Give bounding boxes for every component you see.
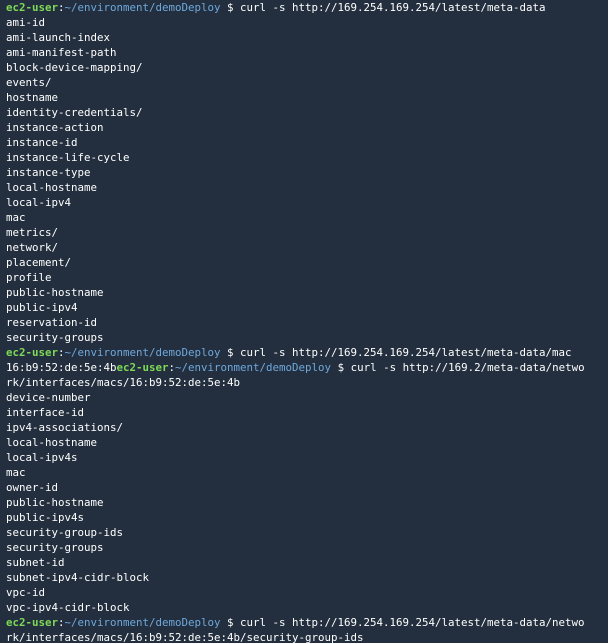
output-line: public-ipv4 — [6, 300, 608, 315]
line-text: hostname — [6, 91, 59, 104]
output-line: local-hostname — [6, 435, 608, 450]
output-line: security-groups — [6, 330, 608, 345]
output-line: interface-id — [6, 405, 608, 420]
output-line: instance-action — [6, 120, 608, 135]
line-text: placement/ — [6, 256, 72, 269]
output-line: subnet-id — [6, 555, 608, 570]
output-line: placement/ — [6, 255, 608, 270]
output-line: profile — [6, 270, 608, 285]
prompt-path: ~/environment/demoDeploy — [64, 346, 221, 359]
output-line: mac — [6, 465, 608, 480]
output-line: block-device-mapping/ — [6, 60, 608, 75]
line-text: instance-id — [6, 136, 78, 149]
line-text: mac — [6, 466, 26, 479]
output-line: vpc-id — [6, 585, 608, 600]
line-text: ami-launch-index — [6, 31, 111, 44]
line-text: profile — [6, 271, 52, 284]
line-text: subnet-ipv4-cidr-block — [6, 571, 150, 584]
output-line: local-ipv4 — [6, 195, 608, 210]
output-line: ami-manifest-path — [6, 45, 608, 60]
line-text: instance-life-cycle — [6, 151, 130, 164]
output-line: instance-type — [6, 165, 608, 180]
prompt-path: ~/environment/demoDeploy — [175, 361, 332, 374]
prompt-line: ec2-user:~/environment/demoDeploy $ curl… — [6, 615, 608, 630]
prompt-line: 16:b9:52:de:5e:4bec2-user:~/environment/… — [6, 360, 608, 375]
line-text: vpc-id — [6, 586, 46, 599]
output-line: security-group-ids — [6, 525, 608, 540]
output-line: device-number — [6, 390, 608, 405]
line-text: ipv4-associations/ — [6, 421, 124, 434]
output-line: events/ — [6, 75, 608, 90]
line-text: network/ — [6, 241, 59, 254]
output-line: instance-id — [6, 135, 608, 150]
output-line: ami-launch-index — [6, 30, 608, 45]
line-text: public-hostname — [6, 286, 104, 299]
prompt-path: ~/environment/demoDeploy — [64, 616, 221, 629]
prompt-user: ec2-user — [6, 616, 59, 629]
output-line: identity-credentials/ — [6, 105, 608, 120]
line-text: $ curl -s http://169.254.169.254/latest/… — [220, 616, 585, 629]
output-line: mac — [6, 210, 608, 225]
line-text: local-ipv4 — [6, 196, 72, 209]
line-text: local-hostname — [6, 436, 98, 449]
output-line: network/ — [6, 240, 608, 255]
output-line: ipv4-associations/ — [6, 420, 608, 435]
line-text: security-groups — [6, 331, 104, 344]
output-line: instance-life-cycle — [6, 150, 608, 165]
line-text: public-ipv4s — [6, 511, 85, 524]
prompt-path: ~/environment/demoDeploy — [64, 1, 221, 14]
output-line: subnet-ipv4-cidr-block — [6, 570, 608, 585]
output-line: metrics/ — [6, 225, 608, 240]
line-text: security-group-ids — [6, 526, 124, 539]
line-text: mac — [6, 211, 26, 224]
output-line: local-hostname — [6, 180, 608, 195]
output-line: rk/interfaces/macs/16:b9:52:de:5e:4b/sec… — [6, 630, 608, 643]
output-line: reservation-id — [6, 315, 608, 330]
line-text: block-device-mapping/ — [6, 61, 143, 74]
line-text: rk/interfaces/macs/16:b9:52:de:5e:4b/sec… — [6, 631, 364, 643]
line-text: public-ipv4 — [6, 301, 78, 314]
prompt-user: ec2-user — [116, 361, 169, 374]
output-line: public-hostname — [6, 285, 608, 300]
line-text: local-ipv4s — [6, 451, 78, 464]
output-line: public-hostname — [6, 495, 608, 510]
terminal-output[interactable]: ec2-user:~/environment/demoDeploy $ curl… — [0, 0, 608, 643]
output-line: hostname — [6, 90, 608, 105]
line-text: $ curl -s http://169.254.169.254/latest/… — [220, 1, 546, 14]
line-text: instance-action — [6, 121, 104, 134]
line-text: $ curl -s http://169.2/meta-data/netwo — [331, 361, 585, 374]
line-text: public-hostname — [6, 496, 104, 509]
output-line: local-ipv4s — [6, 450, 608, 465]
output-line: security-groups — [6, 540, 608, 555]
line-text: device-number — [6, 391, 91, 404]
line-text: owner-id — [6, 481, 59, 494]
line-text: interface-id — [6, 406, 85, 419]
line-text: ami-manifest-path — [6, 46, 117, 59]
line-text: instance-type — [6, 166, 91, 179]
output-line: owner-id — [6, 480, 608, 495]
output-line: vpc-ipv4-cidr-block — [6, 600, 608, 615]
prompt-line: ec2-user:~/environment/demoDeploy $ curl… — [6, 345, 608, 360]
line-text: 16:b9:52:de:5e:4b — [6, 361, 117, 374]
line-text: subnet-id — [6, 556, 65, 569]
line-text: events/ — [6, 76, 52, 89]
line-text: security-groups — [6, 541, 104, 554]
line-text: local-hostname — [6, 181, 98, 194]
prompt-user: ec2-user — [6, 346, 59, 359]
line-text: ami-id — [6, 16, 46, 29]
output-line: public-ipv4s — [6, 510, 608, 525]
prompt-line: ec2-user:~/environment/demoDeploy $ curl… — [6, 0, 608, 15]
output-line: ami-id — [6, 15, 608, 30]
output-line: rk/interfaces/macs/16:b9:52:de:5e:4b — [6, 375, 608, 390]
line-text: $ curl -s http://169.254.169.254/latest/… — [220, 346, 572, 359]
line-text: vpc-ipv4-cidr-block — [6, 601, 130, 614]
line-text: identity-credentials/ — [6, 106, 143, 119]
prompt-user: ec2-user — [6, 1, 59, 14]
line-text: reservation-id — [6, 316, 98, 329]
line-text: metrics/ — [6, 226, 59, 239]
line-text: rk/interfaces/macs/16:b9:52:de:5e:4b — [6, 376, 241, 389]
